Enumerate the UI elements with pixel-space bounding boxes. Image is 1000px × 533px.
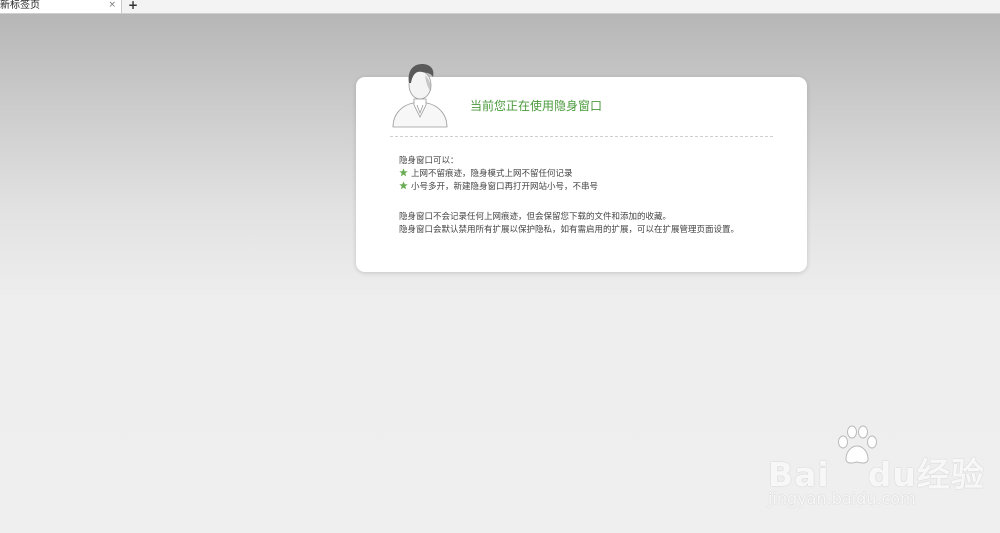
baidu-jingyan-watermark: Bai du经验 jingyan.baidu.com (766, 425, 984, 515)
incognito-person-icon (392, 64, 448, 128)
watermark-logo-cn: 经验 (916, 455, 985, 494)
note-text: 隐身窗口会默认禁用所有扩展以保护隐私，如有需启用的扩展，可以在扩展管理页面设置。 (399, 225, 740, 235)
close-icon[interactable]: × (108, 0, 116, 12)
new-tab-button[interactable]: + (128, 0, 138, 12)
feature-item: 小号多开，新建隐身窗口再打开网站小号，不串号 (399, 181, 739, 194)
tab-new-tab[interactable]: 新标签页 × (0, 0, 122, 13)
tab-bar: 新标签页 × + (0, 0, 1000, 14)
feature-item: 上网不留痕迹，隐身模式上网不留任何记录 (399, 168, 739, 181)
star-icon (399, 181, 408, 190)
note-text: 隐身窗口不会记录任何上网痕迹，但会保留您下载的文件和添加的收藏。 (399, 212, 672, 222)
card-title: 当前您正在使用隐身窗口 (470, 99, 603, 113)
watermark-url: jingyan.baidu.com (768, 489, 916, 508)
tab-title: 新标签页 (0, 0, 40, 11)
feature-text: 小号多开，新建隐身窗口再打开网站小号，不串号 (411, 182, 599, 192)
can-do-heading: 隐身窗口可以： (399, 156, 459, 166)
incognito-card: 当前您正在使用隐身窗口 隐身窗口可以： 上网不留痕迹，隐身模式上网不留任何记录 … (356, 64, 807, 272)
feature-text: 上网不留痕迹，隐身模式上网不留任何记录 (411, 169, 573, 179)
star-icon (399, 168, 408, 177)
divider (390, 136, 773, 137)
card-content: 隐身窗口可以： 上网不留痕迹，隐身模式上网不留任何记录 小号多开，新建隐身窗口再… (399, 155, 739, 237)
